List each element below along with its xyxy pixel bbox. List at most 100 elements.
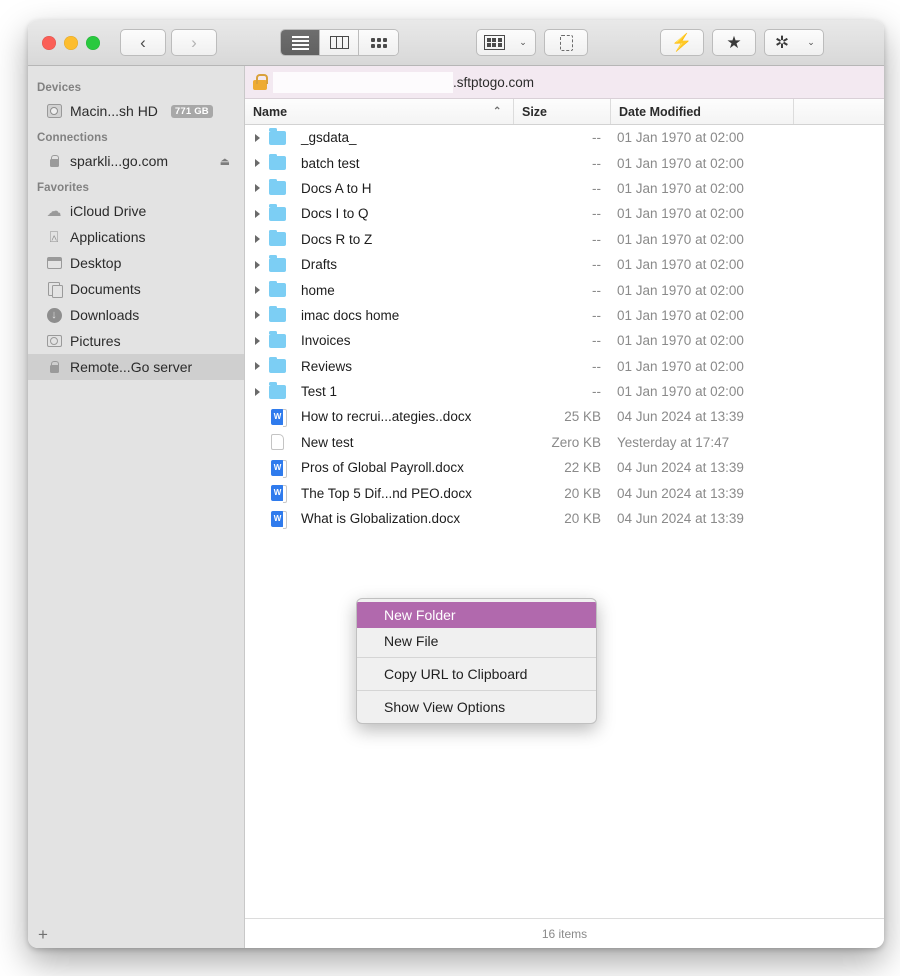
file-date-modified: 04 Jun 2024 at 13:39 [617, 409, 744, 424]
documents-icon [45, 280, 63, 298]
sidebar-item-macin-sh-hd[interactable]: Macin...sh HD771 GB [28, 98, 244, 124]
file-row[interactable]: New testZero KBYesterday at 17:47 [245, 430, 884, 455]
forward-button[interactable]: › [171, 29, 217, 56]
folder-icon [269, 156, 286, 171]
file-row[interactable]: WHow to recrui...ategies..docx25 KB04 Ju… [245, 404, 884, 429]
traffic-light-group [28, 36, 100, 50]
gallery-view-button[interactable] [359, 30, 398, 55]
file-name: Docs A to H [301, 181, 372, 196]
list-view-button[interactable] [281, 30, 320, 55]
disclosure-triangle-icon[interactable] [255, 388, 260, 396]
file-row[interactable]: home--01 Jan 1970 at 02:00 [245, 277, 884, 302]
zoom-button[interactable] [86, 36, 100, 50]
sidebar-item-downloads[interactable]: ↓Downloads [28, 302, 244, 328]
file-row[interactable]: imac docs home--01 Jan 1970 at 02:00 [245, 303, 884, 328]
file-row[interactable]: _gsdata_--01 Jan 1970 at 02:00 [245, 125, 884, 150]
sidebar-item-icloud-drive[interactable]: ☁iCloud Drive [28, 198, 244, 224]
folder-icon [269, 130, 286, 145]
settings-button[interactable]: ✲ ⌄ [764, 29, 824, 56]
disclosure-triangle-icon[interactable] [255, 134, 260, 142]
disclosure-triangle-icon[interactable] [255, 286, 260, 294]
column-header-name[interactable]: Name [253, 99, 287, 124]
view-mode-segmented-control [280, 29, 399, 56]
context-menu-item-show-view-options[interactable]: Show View Options [357, 694, 596, 720]
column-header-size[interactable]: Size [513, 99, 547, 124]
sidebar-section-header: Devices [28, 74, 244, 98]
settings-chevron-down-icon[interactable]: ⌄ [799, 30, 823, 55]
folder-icon [269, 384, 286, 399]
eject-icon[interactable]: ⏏ [220, 155, 230, 168]
file-row[interactable]: Reviews--01 Jan 1970 at 02:00 [245, 354, 884, 379]
blank-document-icon [269, 435, 286, 450]
disclosure-triangle-icon[interactable] [255, 235, 260, 243]
favorite-button[interactable]: ★ [712, 29, 756, 56]
disclosure-triangle-icon[interactable] [255, 159, 260, 167]
context-menu: New FolderNew File Copy URL to Clipboard S… [356, 598, 597, 724]
file-name: Docs R to Z [301, 232, 372, 247]
sidebar-item-label: Documents [70, 281, 141, 297]
file-row[interactable]: Docs A to H--01 Jan 1970 at 02:00 [245, 176, 884, 201]
add-item-button[interactable]: + [38, 926, 48, 943]
file-row[interactable]: Docs I to Q--01 Jan 1970 at 02:00 [245, 201, 884, 226]
file-size: 20 KB [513, 486, 601, 501]
navigation-buttons: ‹ › [120, 29, 217, 56]
sidebar-section-header: Favorites [28, 174, 244, 198]
disclosure-triangle-icon[interactable] [255, 362, 260, 370]
quick-action-button[interactable]: ⚡ [660, 29, 704, 56]
path-bar[interactable]: .sftptogo.com [245, 66, 884, 99]
file-row[interactable]: WThe Top 5 Dif...nd PEO.docx20 KB04 Jun … [245, 480, 884, 505]
file-row[interactable]: Test 1--01 Jan 1970 at 02:00 [245, 379, 884, 404]
column-header-divider [793, 99, 794, 124]
file-name: home [301, 283, 335, 298]
file-list: _gsdata_--01 Jan 1970 at 02:00batch test… [245, 125, 884, 918]
grid-icon [371, 38, 387, 48]
back-button[interactable]: ‹ [120, 29, 166, 56]
disclosure-triangle-icon[interactable] [255, 337, 260, 345]
new-document-button[interactable] [544, 29, 588, 56]
context-menu-item-copy-url-to-clipboard[interactable]: Copy URL to Clipboard [357, 661, 596, 687]
file-date-modified: 01 Jan 1970 at 02:00 [617, 156, 744, 171]
context-menu-separator [357, 690, 596, 691]
file-row[interactable]: WWhat is Globalization.docx20 KB04 Jun 2… [245, 506, 884, 531]
new-document-icon [560, 35, 573, 51]
downloads-icon: ↓ [45, 306, 63, 324]
sidebar-item-documents[interactable]: Documents [28, 276, 244, 302]
file-row[interactable]: Drafts--01 Jan 1970 at 02:00 [245, 252, 884, 277]
bolt-icon: ⚡ [671, 34, 692, 51]
file-row[interactable]: Docs R to Z--01 Jan 1970 at 02:00 [245, 227, 884, 252]
chevron-left-icon: ‹ [140, 33, 146, 53]
status-bar: 16 items [245, 918, 884, 948]
disclosure-triangle-icon[interactable] [255, 210, 260, 218]
sidebar-item-pictures[interactable]: Pictures [28, 328, 244, 354]
file-name: Test 1 [301, 384, 337, 399]
arrange-chevron-down-icon[interactable]: ⌄ [511, 30, 535, 55]
desktop-icon [45, 254, 63, 272]
folder-icon [269, 232, 286, 247]
context-menu-item-new-folder[interactable]: New Folder [357, 602, 596, 628]
disclosure-triangle-icon[interactable] [255, 261, 260, 269]
sidebar-item-applications[interactable]: ⍓ Applications [28, 224, 244, 250]
sidebar-item-label: Desktop [70, 255, 121, 271]
disclosure-triangle-icon[interactable] [255, 311, 260, 319]
capacity-badge: 771 GB [171, 105, 213, 118]
hard-drive-icon [45, 102, 63, 120]
finder-window: ‹ › ⌄ [28, 20, 884, 948]
file-name: Reviews [301, 359, 352, 374]
minimize-button[interactable] [64, 36, 78, 50]
file-row[interactable]: Invoices--01 Jan 1970 at 02:00 [245, 328, 884, 353]
list-icon [292, 36, 309, 50]
sidebar-item-remote-go-server[interactable]: Remote...Go server [28, 354, 244, 380]
sidebar-item-label: Applications [70, 229, 146, 245]
applications-icon: ⍓ [45, 228, 63, 246]
column-view-button[interactable] [320, 30, 359, 55]
disclosure-triangle-icon[interactable] [255, 184, 260, 192]
file-row[interactable]: batch test--01 Jan 1970 at 02:00 [245, 150, 884, 175]
arrange-button[interactable]: ⌄ [476, 29, 536, 56]
column-header-date-modified[interactable]: Date Modified [610, 99, 701, 124]
sidebar-item-desktop[interactable]: Desktop [28, 250, 244, 276]
sidebar-item-sparkli-go-com[interactable]: sparkli...go.com⏏ [28, 148, 244, 174]
file-row[interactable]: WPros of Global Payroll.docx22 KB04 Jun … [245, 455, 884, 480]
folder-icon [269, 333, 286, 348]
context-menu-item-new-file[interactable]: New File [357, 628, 596, 654]
close-button[interactable] [42, 36, 56, 50]
